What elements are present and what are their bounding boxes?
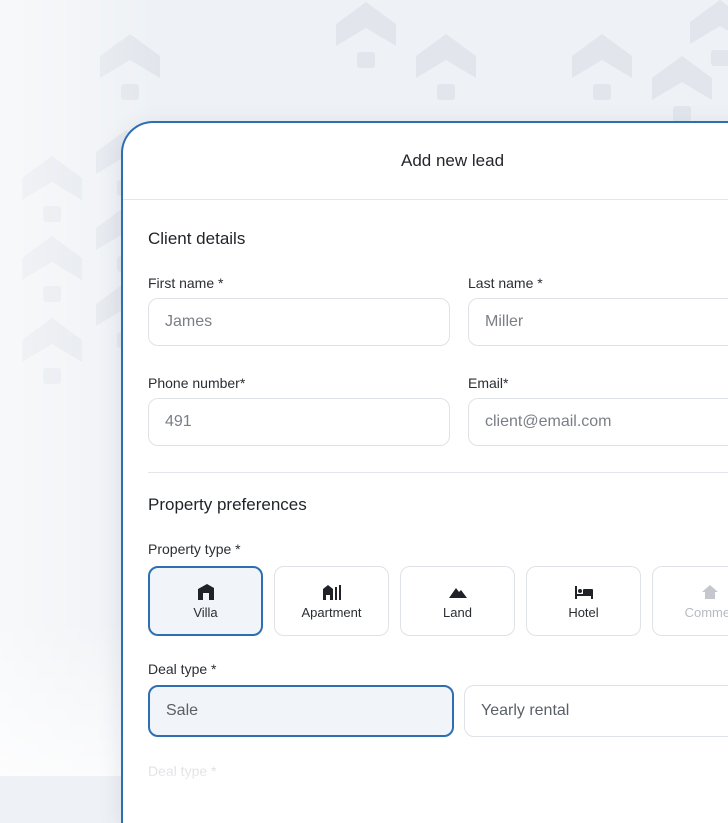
property-type-label: Property type * bbox=[148, 541, 241, 557]
modal-title: Add new lead bbox=[401, 151, 505, 170]
property-type-hotel[interactable]: Hotel bbox=[526, 566, 641, 636]
phone-number-label: Phone number* bbox=[148, 375, 246, 391]
next-deal-type-label: Deal type * bbox=[148, 763, 217, 779]
apartment-icon bbox=[322, 584, 341, 600]
phone-number-input[interactable]: 491 bbox=[148, 398, 450, 446]
property-type-commercial[interactable]: Commer bbox=[652, 566, 728, 636]
property-type-label-apartment: Apartment bbox=[301, 604, 362, 620]
email-input[interactable]: client@email.com bbox=[468, 398, 728, 446]
first-name-input[interactable]: James bbox=[148, 298, 450, 346]
first-name-value: James bbox=[165, 313, 213, 330]
deal-type-label: Deal type * bbox=[148, 661, 217, 677]
property-type-label-hotel: Hotel bbox=[568, 604, 599, 620]
section-divider bbox=[148, 472, 728, 473]
property-type-label-land: Land bbox=[443, 604, 472, 620]
property-type-label-villa: Villa bbox=[193, 604, 218, 620]
client-details-heading: Client details bbox=[148, 229, 246, 248]
deal-type-sale-label: Sale bbox=[166, 702, 199, 719]
deal-type-yearly-rental[interactable]: Yearly rental bbox=[464, 685, 728, 737]
first-name-label: First name * bbox=[148, 275, 224, 291]
deal-type-yearly-rental-label: Yearly rental bbox=[481, 702, 570, 719]
property-type-villa[interactable]: Villa bbox=[148, 566, 263, 636]
add-lead-modal: Add new lead Client details First name *… bbox=[121, 121, 728, 823]
house-icon bbox=[701, 584, 718, 599]
last-name-label: Last name * bbox=[468, 275, 543, 291]
property-type-apartment[interactable]: Apartment bbox=[274, 566, 389, 636]
phone-number-value: 491 bbox=[165, 413, 192, 430]
email-label: Email* bbox=[468, 375, 509, 391]
last-name-value: Miller bbox=[485, 313, 524, 330]
last-name-input[interactable]: Miller bbox=[468, 298, 728, 346]
property-preferences-heading: Property preferences bbox=[148, 495, 307, 514]
property-type-land[interactable]: Land bbox=[400, 566, 515, 636]
hotel-icon bbox=[574, 585, 593, 599]
deal-type-sale[interactable]: Sale bbox=[148, 685, 454, 737]
property-type-options: Villa Apartment Land Hotel Comm bbox=[148, 566, 728, 638]
modal-header: Add new lead bbox=[123, 123, 728, 200]
email-placeholder: client@email.com bbox=[485, 413, 612, 430]
property-type-label-commercial: Commer bbox=[684, 604, 728, 620]
villa-icon bbox=[197, 583, 214, 600]
land-icon bbox=[448, 587, 467, 598]
